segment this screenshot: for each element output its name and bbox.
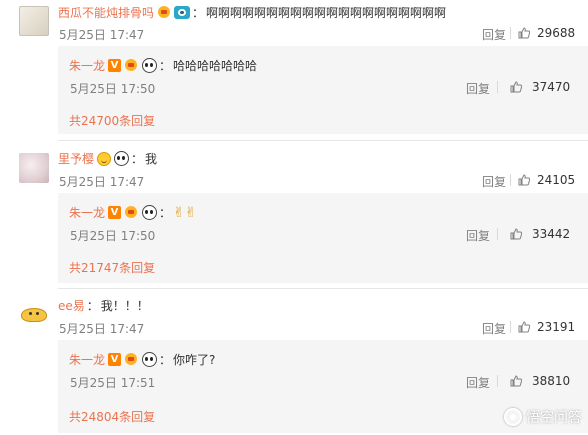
reply-text: 哈哈哈哈哈哈哈 <box>173 59 258 73</box>
comment-item: ee易 ： 我！！！ 5月25日 17:47 回复 23191 朱一龙 V ： … <box>0 292 588 435</box>
separator <box>497 375 498 387</box>
reply-button[interactable]: 回复 <box>466 374 490 391</box>
thumbs-up-icon[interactable] <box>518 27 530 39</box>
comment-time: 5月25日 17:47 <box>59 175 145 189</box>
reply-button[interactable]: 回复 <box>466 227 490 244</box>
reply-box: 朱一龙 V ： ✌✌ 5月25日 17:50 回复 33442 共21747条回… <box>58 193 588 283</box>
eye-badge-icon <box>174 6 191 19</box>
avatar-image <box>21 308 47 322</box>
reply-button[interactable]: 回复 <box>482 173 506 190</box>
v-badge-icon: V <box>108 59 122 72</box>
comment-text: 我！！！ <box>100 299 149 313</box>
separator <box>497 81 498 93</box>
thumbs-up-icon[interactable] <box>510 81 522 93</box>
reply-button[interactable]: 回复 <box>482 26 506 43</box>
reply-time: 5月25日 17:50 <box>70 82 156 96</box>
comment-header: ee易 ： 我！！！ <box>58 297 149 314</box>
crown-badge-icon <box>123 205 139 220</box>
reply-header: 朱一龙 V ： 哈哈哈哈哈哈哈 <box>69 57 257 74</box>
reply-header: 朱一龙 V ： 你咋了? <box>69 351 215 368</box>
comment-text: 我 <box>145 152 158 166</box>
like-count: 33442 <box>532 227 571 241</box>
wukong-logo-icon <box>504 408 522 426</box>
crown-badge-icon <box>123 352 139 367</box>
comment-text: 啊啊啊啊啊啊啊啊啊啊啊啊啊啊啊啊啊啊啊啊 <box>206 6 447 20</box>
thumbs-up-icon[interactable] <box>510 228 522 240</box>
crown-badge-icon <box>156 5 172 20</box>
reply-username[interactable]: 朱一龙 <box>69 204 105 221</box>
comment-username[interactable]: 西瓜不能炖排骨吗 <box>58 4 154 21</box>
panda-badge-icon <box>142 205 158 220</box>
v-badge-icon: V <box>108 206 122 219</box>
avatar[interactable] <box>19 153 49 183</box>
panda-badge-icon <box>114 151 130 166</box>
reply-username[interactable]: 朱一龙 <box>69 351 105 368</box>
colon-separator: ： <box>159 206 172 220</box>
total-replies-link[interactable]: 共24804条回复 <box>69 408 155 425</box>
thumbs-up-icon[interactable] <box>518 321 530 333</box>
comment-header: 里予樱 ： 我 <box>58 150 157 167</box>
comment-time: 5月25日 17:47 <box>59 28 145 42</box>
comment-header: 西瓜不能炖排骨吗 ： 啊啊啊啊啊啊啊啊啊啊啊啊啊啊啊啊啊啊啊啊 <box>58 4 446 21</box>
avatar-eye <box>36 312 39 315</box>
like-count: 38810 <box>532 374 571 388</box>
colon-separator: ： <box>131 152 144 166</box>
comment-username[interactable]: ee易 <box>58 297 85 314</box>
colon-separator: ： <box>86 299 99 313</box>
watermark-text: 悟空问答 <box>526 410 582 426</box>
reply-text: 你咋了? <box>173 353 216 367</box>
reply-header: 朱一龙 V ： ✌✌ <box>69 204 197 221</box>
divider <box>58 288 588 289</box>
comment-username[interactable]: 里予樱 <box>58 150 94 167</box>
divider <box>58 140 588 141</box>
v-badge-icon: V <box>108 353 122 366</box>
thumbs-up-icon[interactable] <box>510 375 522 387</box>
avatar[interactable] <box>19 300 49 330</box>
avatar-eye <box>29 312 32 315</box>
total-replies-link[interactable]: 共24700条回复 <box>69 112 155 129</box>
panda-badge-icon <box>142 352 158 367</box>
reply-text: ✌✌ <box>173 204 197 221</box>
watermark: 悟空问答 <box>504 407 582 427</box>
colon-separator: ： <box>159 59 172 73</box>
separator <box>510 174 511 186</box>
reply-button[interactable]: 回复 <box>482 320 506 337</box>
reply-time: 5月25日 17:50 <box>70 229 156 243</box>
comment-item: 西瓜不能炖排骨吗 ： 啊啊啊啊啊啊啊啊啊啊啊啊啊啊啊啊啊啊啊啊 5月25日 17… <box>0 0 588 145</box>
like-count: 37470 <box>532 80 571 94</box>
thumbs-up-icon[interactable] <box>518 174 530 186</box>
colon-separator: ： <box>159 353 172 367</box>
separator <box>510 321 511 333</box>
total-replies-link[interactable]: 共21747条回复 <box>69 259 155 276</box>
separator <box>510 27 511 39</box>
like-count: 24105 <box>537 173 576 187</box>
colon-separator: ： <box>192 6 205 20</box>
crown-badge-icon <box>123 58 139 73</box>
like-count: 29688 <box>537 26 576 40</box>
comment-time: 5月25日 17:47 <box>59 322 145 336</box>
smile-badge-icon <box>97 151 112 166</box>
like-count: 23191 <box>537 320 576 334</box>
comment-item: 里予樱 ： 我 5月25日 17:47 回复 24105 朱一龙 V ： ✌✌ … <box>0 145 588 285</box>
reply-box: 朱一龙 V ： 哈哈哈哈哈哈哈 5月25日 17:50 回复 37470 共24… <box>58 46 588 134</box>
reply-time: 5月25日 17:51 <box>70 376 156 390</box>
reply-username[interactable]: 朱一龙 <box>69 57 105 74</box>
reply-button[interactable]: 回复 <box>466 80 490 97</box>
avatar[interactable] <box>19 6 49 36</box>
separator <box>497 228 498 240</box>
panda-badge-icon <box>142 58 158 73</box>
